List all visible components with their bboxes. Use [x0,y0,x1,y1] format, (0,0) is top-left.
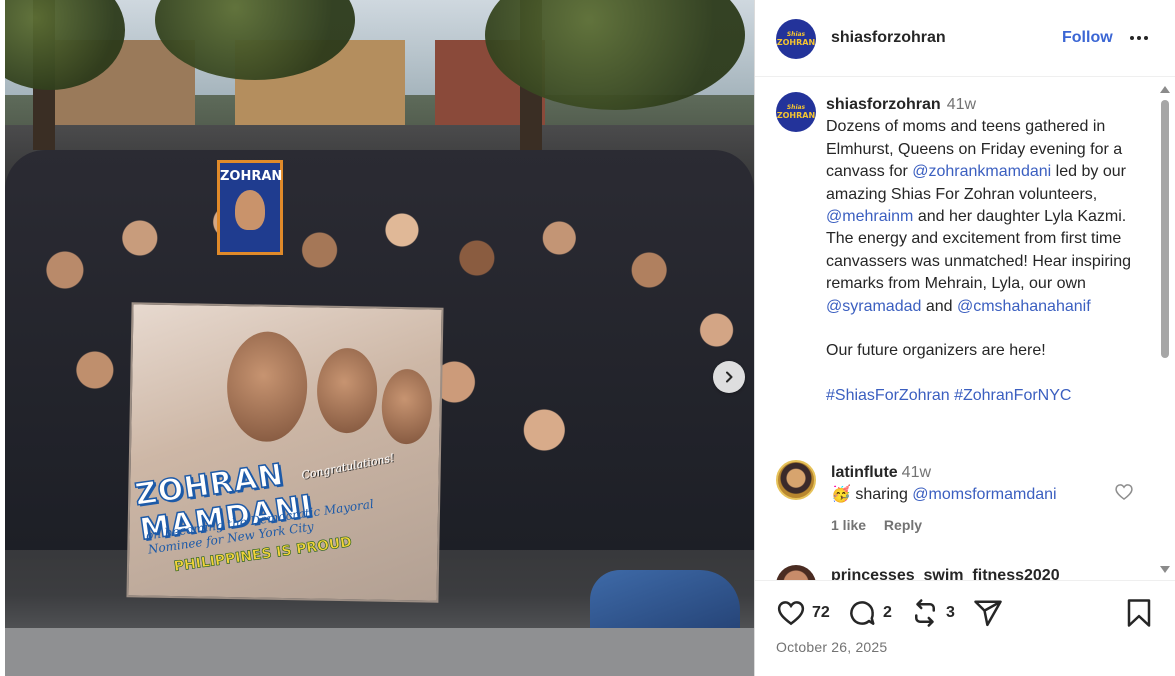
post-header: Shias ZOHRAN shiasforzohran Follow [755,0,1175,77]
scrollbar-thumb[interactable] [1161,100,1169,358]
follow-button[interactable]: Follow [1062,29,1113,47]
caption-mention[interactable]: @mehrainm [826,208,913,225]
avatar-text-line1: Shias [786,30,806,38]
chevron-right-icon [726,371,733,383]
banner-portrait [381,368,433,445]
comment-like-heart-icon[interactable] [1114,482,1134,502]
sign-portrait [235,190,265,230]
post-date[interactable]: October 26, 2025 [776,639,887,655]
comment-likes[interactable]: 1 like [831,517,866,533]
banner-portrait [316,347,378,434]
next-image-button[interactable] [713,361,745,393]
author-username[interactable]: shiasforzohran [831,29,946,47]
comment-time[interactable]: 41w [902,464,931,481]
comment-mention[interactable]: @momsformamdani [912,486,1056,503]
comment-meta: 1 like Reply [831,517,936,533]
avatar-text-line2: ZOHRAN [776,110,816,120]
comment-bubble-icon [850,601,875,625]
commenter-username[interactable]: latinflute [831,464,898,481]
caption-time[interactable]: 41w [947,96,976,113]
banner-portrait [226,330,309,443]
share-button[interactable] [973,598,1003,628]
repost-icon [915,599,935,627]
caption-hashtag[interactable]: #ShiasForZohran [826,387,950,404]
caption-author-avatar[interactable]: Shias ZOHRAN [776,92,816,132]
avatar-text-line2: ZOHRAN [776,37,816,47]
caption-username[interactable]: shiasforzohran [826,96,941,113]
heart-icon [777,601,805,626]
caption-hashtag[interactable]: #ZohranForNYC [954,387,1071,404]
comment-text: latinflute 41w 🥳 sharing @momsformamdani [831,462,1101,506]
reply-button[interactable]: Reply [884,517,922,533]
like-button[interactable]: 72 [776,598,830,628]
scroll-up-arrow[interactable] [1160,86,1170,93]
scroll-down-arrow[interactable] [1160,566,1170,573]
caption-mention[interactable]: @cmshahanahanif [957,298,1091,315]
caption-mention[interactable]: @zohrankmamdani [912,163,1051,180]
likes-count[interactable]: 72 [812,604,830,622]
photo-banner: Congratulations! ZOHRAN MAMDANI on becom… [126,302,444,603]
photo-sidewalk [5,628,754,676]
avatar-text-line1: Shias [786,103,806,111]
party-emoji: 🥳 [831,486,851,503]
more-horizontal-icon[interactable] [1127,26,1151,50]
caption-paragraph: Our future organizers are here! [826,342,1046,360]
send-icon [974,600,1002,627]
comments-count[interactable]: 2 [883,604,892,622]
reposts-count[interactable]: 3 [946,604,955,622]
photo-campaign-sign: ZOHRAN [217,160,283,255]
save-button[interactable] [1126,598,1152,628]
caption-mention[interactable]: @syramadad [826,298,921,315]
bookmark-icon [1127,599,1151,627]
comments-scrollbar[interactable] [1159,80,1171,580]
commenter-avatar[interactable] [776,460,816,500]
comments-scroll-area[interactable]: Shias ZOHRAN shiasforzohran 41w Dozens of… [755,78,1161,580]
comment-button[interactable]: 2 [847,598,892,628]
caption-text: and [921,297,957,315]
repost-button[interactable]: 3 [910,598,955,628]
post-side-panel: Shias ZOHRAN shiasforzohran Follow Shias… [754,0,1175,676]
post-caption: shiasforzohran 41w Dozens of moms and tee… [826,94,1146,408]
commenter-avatar[interactable] [776,565,816,580]
sign-text: ZOHRAN [220,169,283,184]
commenter-username[interactable]: princesses_swim_fitness2020 [831,567,1060,580]
post-actions-bar: 72 2 3 October 26, 2025 [755,580,1175,676]
post-photo[interactable]: ZOHRAN Congratulations! ZOHRAN MAMDANI o… [5,0,754,676]
author-avatar[interactable]: Shias ZOHRAN [776,19,816,59]
comment-body: sharing [850,486,913,503]
